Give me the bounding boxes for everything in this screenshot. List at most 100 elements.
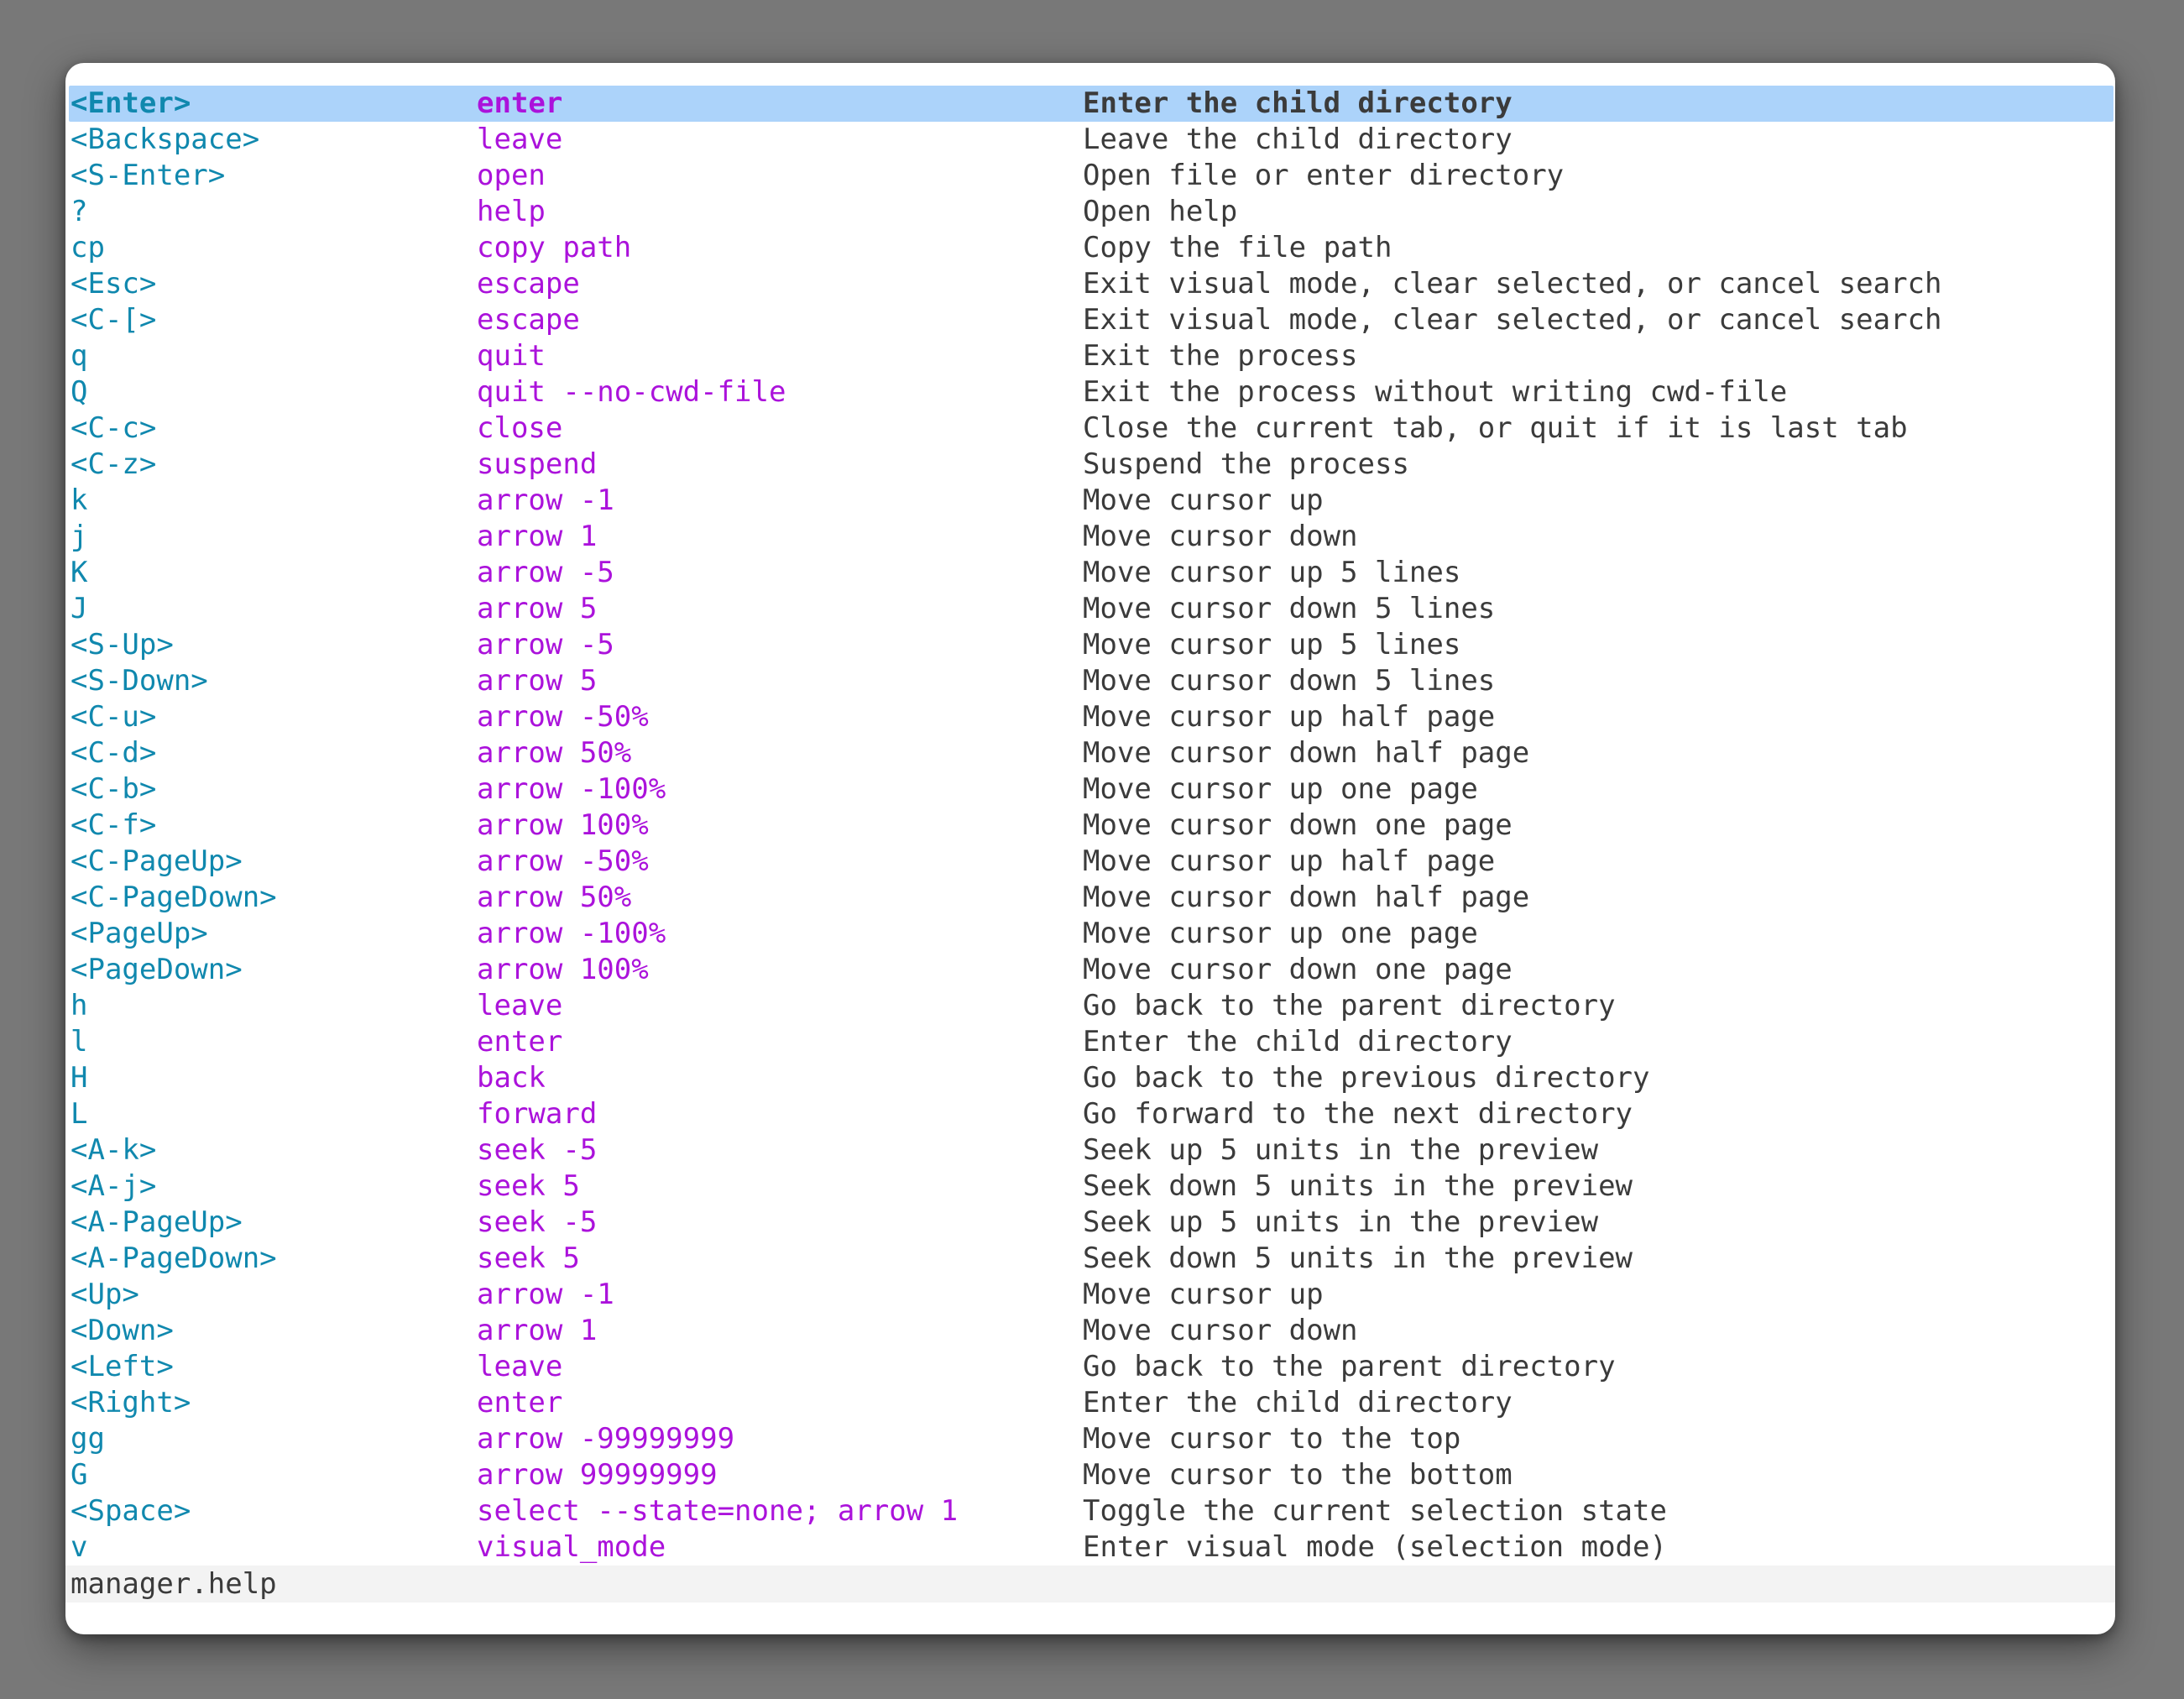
description-cell: Open file or enter directory <box>1083 158 2115 194</box>
keybind-row[interactable]: <C-PageUp> arrow -50% Move cursor up hal… <box>65 844 2115 880</box>
description-cell: Copy the file path <box>1083 230 2115 266</box>
description-cell: Move cursor down one page <box>1083 808 2115 844</box>
keybind-row[interactable]: <S-Enter> open Open file or enter direct… <box>65 158 2115 194</box>
keybind-row[interactable]: <S-Down> arrow 5 Move cursor down 5 line… <box>65 663 2115 699</box>
keybind-row[interactable]: <C-[> escape Exit visual mode, clear sel… <box>65 302 2115 338</box>
keybind-row[interactable]: gg arrow -99999999 Move cursor to the to… <box>65 1421 2115 1457</box>
description-cell: Seek down 5 units in the preview <box>1083 1168 2115 1205</box>
keybind-row[interactable]: J arrow 5 Move cursor down 5 lines <box>65 591 2115 627</box>
keybind-row[interactable]: j arrow 1 Move cursor down <box>65 519 2115 555</box>
keybind-row[interactable]: h leave Go back to the parent directory <box>65 988 2115 1024</box>
key-cell: <C-PageUp> <box>71 844 477 880</box>
keybind-row[interactable]: <PageDown> arrow 100% Move cursor down o… <box>65 952 2115 988</box>
description-cell: Move cursor up <box>1083 1277 2115 1313</box>
keybind-row[interactable]: <A-j> seek 5 Seek down 5 units in the pr… <box>65 1168 2115 1205</box>
keybind-row[interactable]: <Up> arrow -1 Move cursor up <box>65 1277 2115 1313</box>
command-cell: select --state=none; arrow 1 <box>477 1493 1083 1529</box>
command-cell: arrow -1 <box>477 483 1083 519</box>
description-cell: Move cursor down 5 lines <box>1083 663 2115 699</box>
command-cell: quit --no-cwd-file <box>477 374 1083 410</box>
keybind-row[interactable]: <Esc> escape Exit visual mode, clear sel… <box>65 266 2115 302</box>
description-cell: Exit the process <box>1083 338 2115 374</box>
key-cell: <C-c> <box>71 410 477 447</box>
keybind-row[interactable]: Q quit --no-cwd-file Exit the process wi… <box>65 374 2115 410</box>
key-cell: <S-Up> <box>71 627 477 663</box>
key-cell: <Down> <box>71 1313 477 1349</box>
command-cell: visual_mode <box>477 1529 1083 1566</box>
keybind-row[interactable]: <Space> select --state=none; arrow 1 Tog… <box>65 1493 2115 1529</box>
command-cell: arrow 1 <box>477 519 1083 555</box>
keybind-row[interactable]: G arrow 99999999 Move cursor to the bott… <box>65 1457 2115 1493</box>
description-cell: Move cursor up <box>1083 483 2115 519</box>
description-cell: Exit visual mode, clear selected, or can… <box>1083 302 2115 338</box>
command-cell: escape <box>477 302 1083 338</box>
description-cell: Move cursor down half page <box>1083 735 2115 771</box>
command-cell: leave <box>477 988 1083 1024</box>
keybind-row[interactable]: <Backspace> leave Leave the child direct… <box>65 122 2115 158</box>
command-cell: help <box>477 194 1083 230</box>
keybind-row[interactable]: <C-b> arrow -100% Move cursor up one pag… <box>65 771 2115 808</box>
keybind-list: <Enter> enter Enter the child directory … <box>65 63 2115 1566</box>
key-cell: J <box>71 591 477 627</box>
key-cell: G <box>71 1457 477 1493</box>
description-cell: Move cursor down one page <box>1083 952 2115 988</box>
keybind-row[interactable]: <Down> arrow 1 Move cursor down <box>65 1313 2115 1349</box>
command-cell: arrow 5 <box>477 663 1083 699</box>
key-cell: <S-Down> <box>71 663 477 699</box>
command-cell: seek 5 <box>477 1168 1083 1205</box>
keybind-row[interactable]: L forward Go forward to the next directo… <box>65 1096 2115 1132</box>
keybind-row[interactable]: <A-PageDown> seek 5 Seek down 5 units in… <box>65 1241 2115 1277</box>
keybind-row[interactable]: K arrow -5 Move cursor up 5 lines <box>65 555 2115 591</box>
keybind-row[interactable]: cp copy path Copy the file path <box>65 230 2115 266</box>
description-cell: Move cursor up one page <box>1083 771 2115 808</box>
description-cell: Open help <box>1083 194 2115 230</box>
description-cell: Close the current tab, or quit if it is … <box>1083 410 2115 447</box>
description-cell: Enter the child directory <box>1083 1385 2115 1421</box>
command-cell: close <box>477 410 1083 447</box>
key-cell: <C-z> <box>71 447 477 483</box>
keybind-row[interactable]: <A-k> seek -5 Seek up 5 units in the pre… <box>65 1132 2115 1168</box>
keybind-row[interactable]: ? help Open help <box>65 194 2115 230</box>
description-cell: Enter visual mode (selection mode) <box>1083 1529 2115 1566</box>
description-cell: Go back to the parent directory <box>1083 988 2115 1024</box>
keybind-row[interactable]: <C-z> suspend Suspend the process <box>65 447 2115 483</box>
keybind-row[interactable]: <A-PageUp> seek -5 Seek up 5 units in th… <box>65 1205 2115 1241</box>
key-cell: <PageDown> <box>71 952 477 988</box>
description-cell: Go back to the previous directory <box>1083 1060 2115 1096</box>
description-cell: Go forward to the next directory <box>1083 1096 2115 1132</box>
description-cell: Seek up 5 units in the preview <box>1083 1205 2115 1241</box>
key-cell: L <box>71 1096 477 1132</box>
command-cell: leave <box>477 122 1083 158</box>
command-cell: suspend <box>477 447 1083 483</box>
key-cell: gg <box>71 1421 477 1457</box>
keybind-row[interactable]: <Left> leave Go back to the parent direc… <box>65 1349 2115 1385</box>
description-cell: Move cursor up half page <box>1083 699 2115 735</box>
description-cell: Exit the process without writing cwd-fil… <box>1083 374 2115 410</box>
keybind-row[interactable]: l enter Enter the child directory <box>65 1024 2115 1060</box>
key-cell: Q <box>71 374 477 410</box>
key-cell: <A-PageUp> <box>71 1205 477 1241</box>
keybind-row[interactable]: <PageUp> arrow -100% Move cursor up one … <box>65 916 2115 952</box>
keybind-row[interactable]: <Right> enter Enter the child directory <box>65 1385 2115 1421</box>
command-cell: arrow -50% <box>477 844 1083 880</box>
keybind-row[interactable]: H back Go back to the previous directory <box>65 1060 2115 1096</box>
keybind-row[interactable]: <S-Up> arrow -5 Move cursor up 5 lines <box>65 627 2115 663</box>
keybind-row[interactable]: <C-f> arrow 100% Move cursor down one pa… <box>65 808 2115 844</box>
key-cell: l <box>71 1024 477 1060</box>
keybind-row[interactable]: k arrow -1 Move cursor up <box>65 483 2115 519</box>
keybind-row[interactable]: <C-c> close Close the current tab, or qu… <box>65 410 2115 447</box>
command-cell: open <box>477 158 1083 194</box>
keybind-row[interactable]: <C-u> arrow -50% Move cursor up half pag… <box>65 699 2115 735</box>
command-cell: escape <box>477 266 1083 302</box>
help-window: <Enter> enter Enter the child directory … <box>65 63 2115 1634</box>
keybind-row[interactable]: <C-d> arrow 50% Move cursor down half pa… <box>65 735 2115 771</box>
keybind-row[interactable]: <Enter> enter Enter the child directory <box>69 86 2113 122</box>
keybind-row[interactable]: <C-PageDown> arrow 50% Move cursor down … <box>65 880 2115 916</box>
command-cell: arrow -100% <box>477 771 1083 808</box>
description-cell: Move cursor up 5 lines <box>1083 627 2115 663</box>
command-cell: arrow 100% <box>477 952 1083 988</box>
key-cell: K <box>71 555 477 591</box>
keybind-row[interactable]: q quit Exit the process <box>65 338 2115 374</box>
command-cell: arrow 5 <box>477 591 1083 627</box>
keybind-row[interactable]: v visual_mode Enter visual mode (selecti… <box>65 1529 2115 1566</box>
